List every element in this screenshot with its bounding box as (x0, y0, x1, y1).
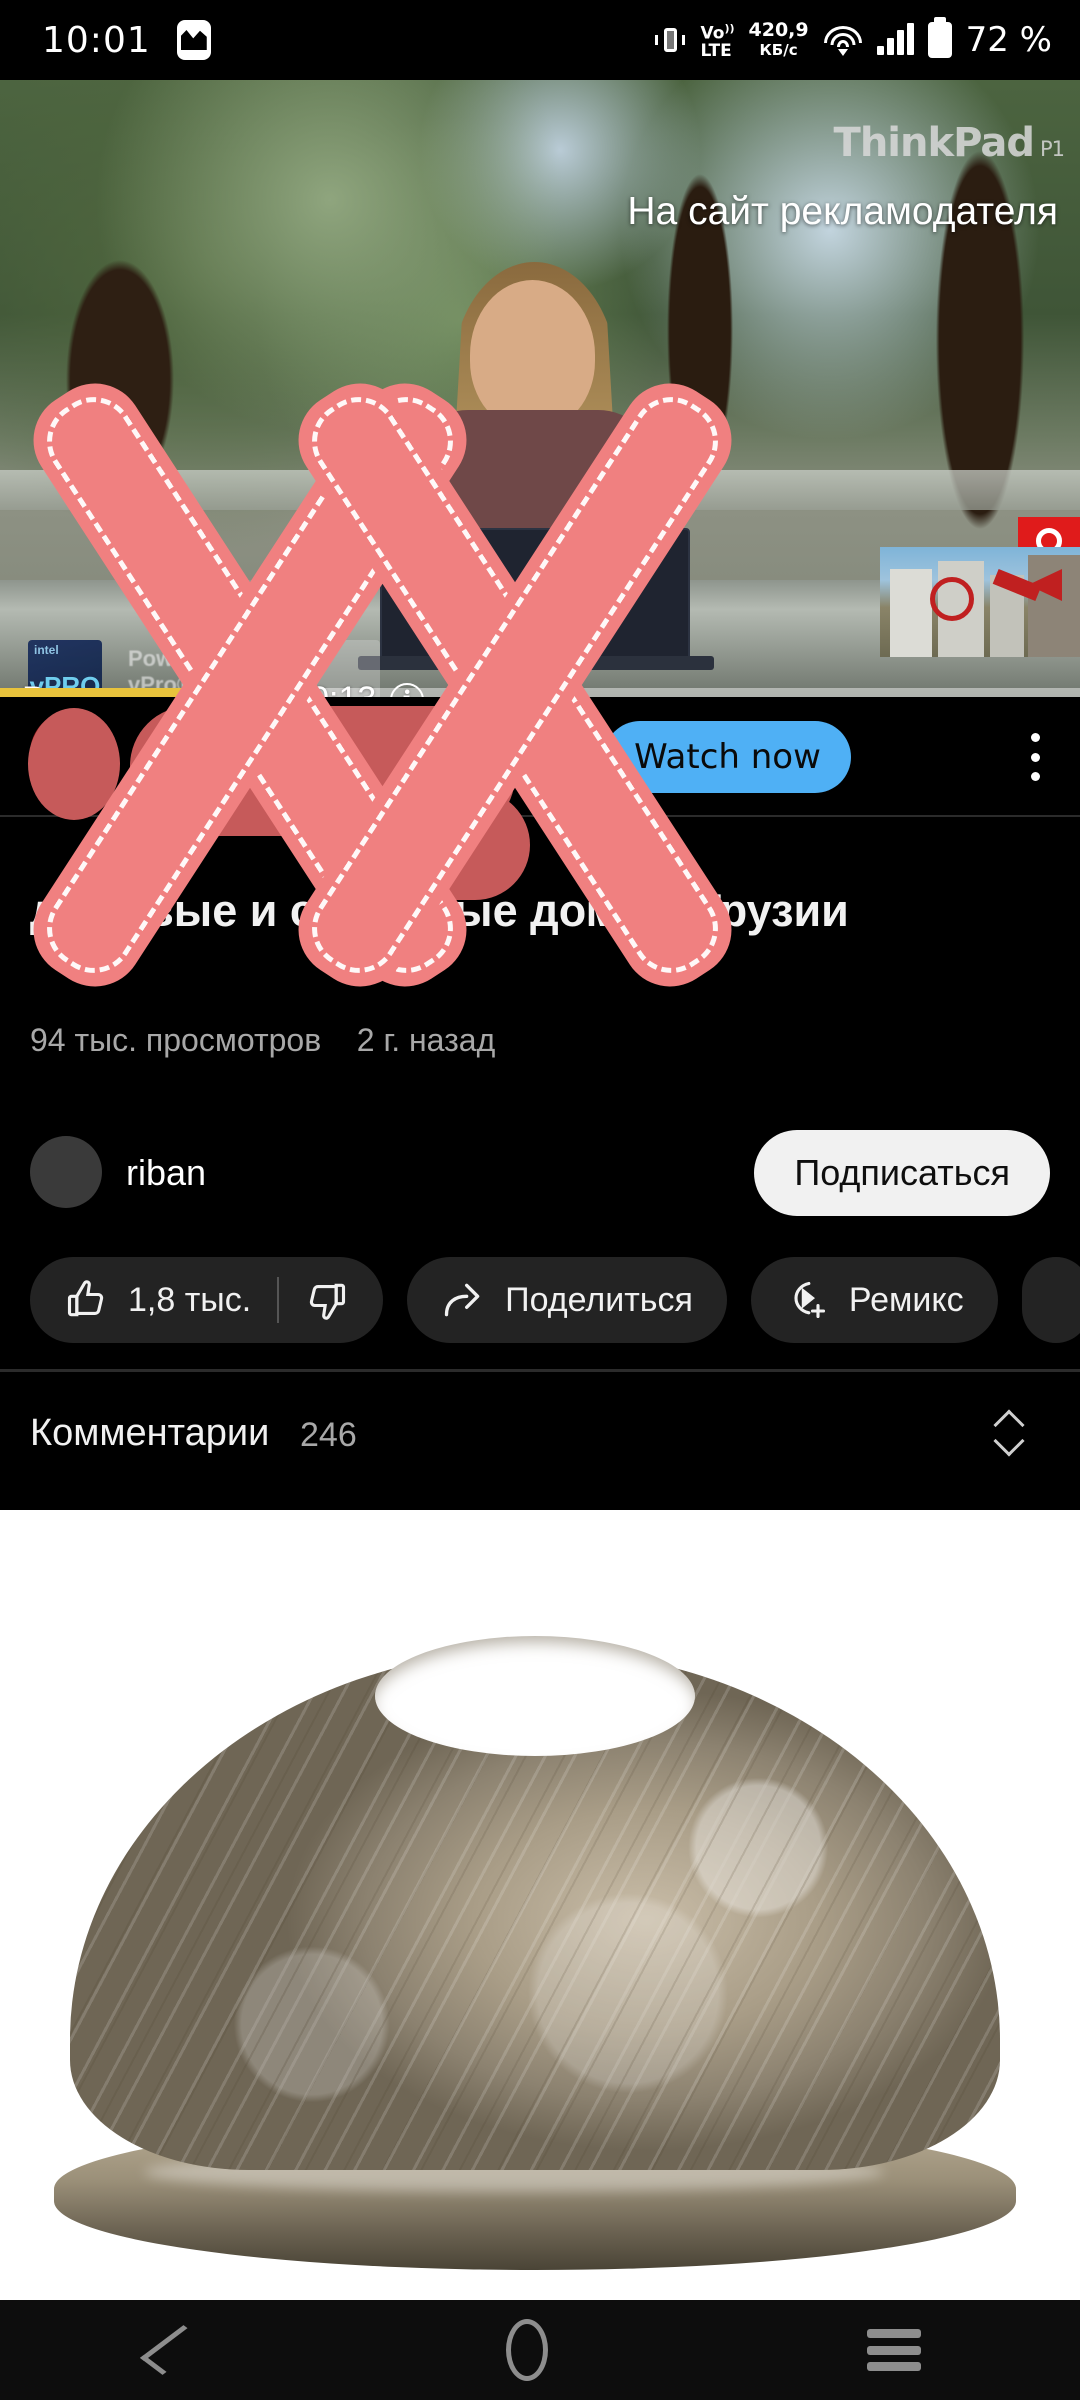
remix-icon[interactable] (785, 1278, 829, 1322)
channel-avatar[interactable] (30, 1136, 102, 1208)
network-speed-unit: КБ/с (759, 40, 798, 59)
thumbnail-red-arrow (1028, 569, 1062, 601)
photos-icon (176, 20, 211, 60)
recents-icon[interactable] (866, 2329, 921, 2371)
intel-badge-top-label: intel (34, 643, 59, 657)
thumbnail-red-circle (930, 577, 974, 621)
advertiser-site-link[interactable]: На сайт рекламодателя (627, 190, 1058, 234)
video-progress-bar[interactable] (0, 688, 1080, 697)
video-progress-fill (0, 688, 197, 697)
network-speed-indicator: 420,9 КБ/с (748, 18, 809, 60)
battery-percent: 72 % (965, 20, 1052, 60)
subscribe-button[interactable]: Подписаться (754, 1130, 1050, 1216)
status-icons: Vo)) LTE 420,9 КБ/с 72 % (653, 20, 1052, 60)
video-person-head (470, 280, 595, 430)
battery-icon (927, 22, 952, 58)
remix-chip[interactable]: Ремикс (750, 1257, 998, 1343)
volte-icon: Vo)) LTE (700, 22, 735, 61)
video-title[interactable]: дешёвые и страшные дома в Грузии (30, 880, 1050, 942)
next-video-thumbnail[interactable]: 3 (880, 547, 1080, 657)
video-meta: 94 тыс. просмотров 2 г. назад (30, 1022, 495, 1059)
like-count: 1,8 тыс. (128, 1280, 252, 1319)
more-actions-chip[interactable] (1021, 1257, 1080, 1343)
thinkpad-model: P1 (1039, 137, 1065, 161)
video-player[interactable]: ThinkPad P1 На сайт рекламодателя intel v… (0, 80, 1080, 697)
lamp-top-opening (375, 1636, 695, 1756)
chevron-updown-icon[interactable] (992, 1409, 1034, 1457)
signal-icon (876, 23, 914, 55)
watch-now-button[interactable]: Watch now (604, 721, 851, 793)
system-navigation-bar (0, 2300, 1080, 2400)
network-speed-value: 420,9 (748, 18, 809, 41)
home-icon[interactable] (505, 2319, 548, 2381)
video-laptop (380, 528, 690, 660)
channel-row: riban Подписаться (30, 1130, 1050, 1216)
video-views: 94 тыс. просмотров (30, 1022, 322, 1058)
comments-count: 246 (300, 1416, 357, 1454)
share-chip[interactable]: Поделиться (407, 1257, 727, 1343)
section-divider (0, 815, 1080, 817)
vibrate-icon (653, 23, 687, 57)
ad-banner-label: Реклама (152, 737, 282, 772)
christmas-lamp-shade (54, 1636, 1016, 2270)
status-clock: 10:01 (42, 19, 151, 61)
video-laptop-base (358, 656, 714, 670)
thinkpad-wordmark: ThinkPad (833, 120, 1035, 166)
comments-title: Комментарии (30, 1412, 270, 1454)
next-video-image (880, 547, 1080, 657)
ad-banner: Реклама Watch now (0, 697, 1080, 815)
remix-label: Ремикс (848, 1280, 964, 1319)
video-age: 2 г. назад (356, 1022, 496, 1058)
share-icon[interactable] (441, 1278, 485, 1322)
thumb-up-icon[interactable] (64, 1278, 108, 1322)
kebab-menu-icon[interactable] (1030, 733, 1040, 781)
thinkpad-watermark: ThinkPad P1 (833, 120, 1065, 166)
back-icon[interactable] (140, 2325, 207, 2375)
advertiser-avatar[interactable] (30, 711, 114, 795)
comments-section[interactable]: Комментарии 246 (0, 1372, 1080, 1490)
like-dislike-chip[interactable]: 1,8 тыс. (30, 1257, 384, 1343)
chip-separator (277, 1277, 280, 1323)
status-bar: 10:01 Vo)) LTE 420,9 КБ/с 72 % (0, 0, 1080, 80)
channel-name[interactable]: riban (126, 1152, 206, 1194)
wifi-icon (823, 24, 863, 56)
phone-screen: 10:01 Vo)) LTE 420,9 КБ/с 72 % ThinkPad … (0, 0, 1080, 2400)
product-panel (0, 1510, 1080, 2300)
action-chips: 1,8 тыс. Поделиться Ремикс (30, 1257, 1080, 1343)
thumb-down-icon[interactable] (305, 1278, 349, 1322)
share-label: Поделиться (505, 1280, 693, 1319)
